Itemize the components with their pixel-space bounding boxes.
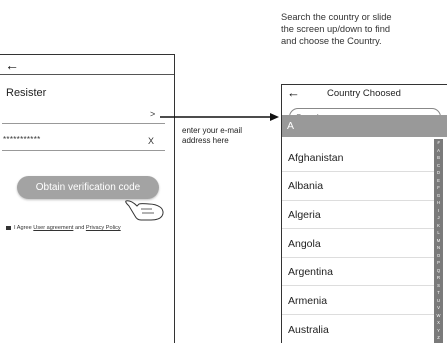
index-letter[interactable]: V	[437, 304, 440, 312]
pointer-arrow	[160, 113, 279, 121]
section-letter: A	[287, 120, 295, 132]
and-text: and	[74, 225, 85, 231]
privacy-policy-link[interactable]: Privacy Policy	[86, 225, 121, 231]
index-letter[interactable]: W	[437, 312, 441, 320]
index-letter[interactable]: Q	[437, 267, 440, 275]
agreement-row: I Agree User agreement and Privacy Polic…	[6, 225, 121, 231]
country-select-chevron[interactable]: >	[150, 109, 155, 119]
agree-checkbox[interactable]	[6, 225, 11, 230]
country-row[interactable]: Angola	[288, 238, 321, 250]
row-divider	[282, 200, 434, 201]
index-letter[interactable]: L	[437, 229, 439, 237]
index-letter[interactable]: F	[437, 184, 440, 192]
header-divider	[0, 74, 174, 75]
index-letter[interactable]: Y	[437, 327, 440, 335]
index-letter[interactable]: B	[437, 154, 440, 162]
index-letter[interactable]: Z	[437, 334, 440, 342]
index-letter[interactable]: S	[437, 282, 440, 290]
index-letter[interactable]: #	[437, 139, 439, 147]
arrow-left-icon[interactable]: ←	[5, 57, 19, 73]
instruction-line: the screen up/down to find	[281, 24, 391, 34]
index-letter[interactable]: P	[437, 259, 440, 267]
country-row[interactable]: Albania	[288, 180, 323, 192]
instruction-line: enter your e-mail	[182, 126, 243, 135]
index-letter[interactable]: C	[437, 162, 440, 170]
index-letter[interactable]: X	[437, 319, 440, 327]
row-divider	[282, 285, 434, 286]
row-divider	[282, 171, 434, 172]
email-instruction-text: enter your e-mail address here	[182, 126, 242, 146]
index-letter[interactable]: K	[437, 222, 440, 230]
index-letter[interactable]: M	[437, 237, 441, 245]
alphabet-index-bar[interactable]: # A B C D E F G H I J K L M N O P Q R S T U V W X Y Z	[434, 139, 443, 343]
register-screen: ← Resister > *********** X Obtain verifi…	[0, 54, 175, 343]
section-header-a: A	[282, 115, 447, 137]
country-row[interactable]: Algeria	[288, 209, 321, 221]
index-letter[interactable]: U	[437, 297, 440, 305]
password-field[interactable]: ***********	[3, 135, 41, 144]
country-row[interactable]: Australia	[288, 324, 329, 336]
country-row[interactable]: Afghanistan	[288, 152, 343, 164]
index-letter[interactable]: I	[438, 207, 439, 215]
instruction-line: address here	[182, 136, 229, 145]
country-row[interactable]: Armenia	[288, 295, 327, 307]
instruction-line: Search the country or slide	[281, 12, 392, 22]
row-divider	[282, 228, 434, 229]
index-letter[interactable]: R	[437, 274, 440, 282]
index-letter[interactable]: O	[437, 252, 440, 260]
index-letter[interactable]: T	[437, 289, 440, 297]
index-letter[interactable]: G	[437, 192, 440, 200]
page-title: Resister	[6, 87, 47, 99]
agree-prefix: I Agree	[14, 225, 32, 231]
clear-icon[interactable]: X	[148, 136, 154, 146]
instruction-line: and choose the Country.	[281, 36, 382, 46]
user-agreement-link[interactable]: User agreement	[33, 225, 73, 231]
index-letter[interactable]: N	[437, 244, 440, 252]
password-input-underline	[2, 150, 165, 151]
index-letter[interactable]: J	[437, 214, 439, 222]
country-list-panel	[281, 104, 447, 343]
index-letter[interactable]: E	[437, 177, 440, 185]
country-row[interactable]: Argentina	[288, 266, 333, 278]
index-letter[interactable]: D	[437, 169, 440, 177]
search-instruction-text: Search the country or slide the screen u…	[281, 11, 392, 47]
hand-pointer-icon	[125, 200, 164, 221]
index-letter[interactable]: A	[437, 147, 440, 155]
account-input-underline[interactable]	[2, 123, 165, 124]
row-divider	[282, 314, 434, 315]
row-divider	[282, 257, 434, 258]
top-border-right	[281, 84, 447, 104]
index-letter[interactable]: H	[437, 199, 440, 207]
